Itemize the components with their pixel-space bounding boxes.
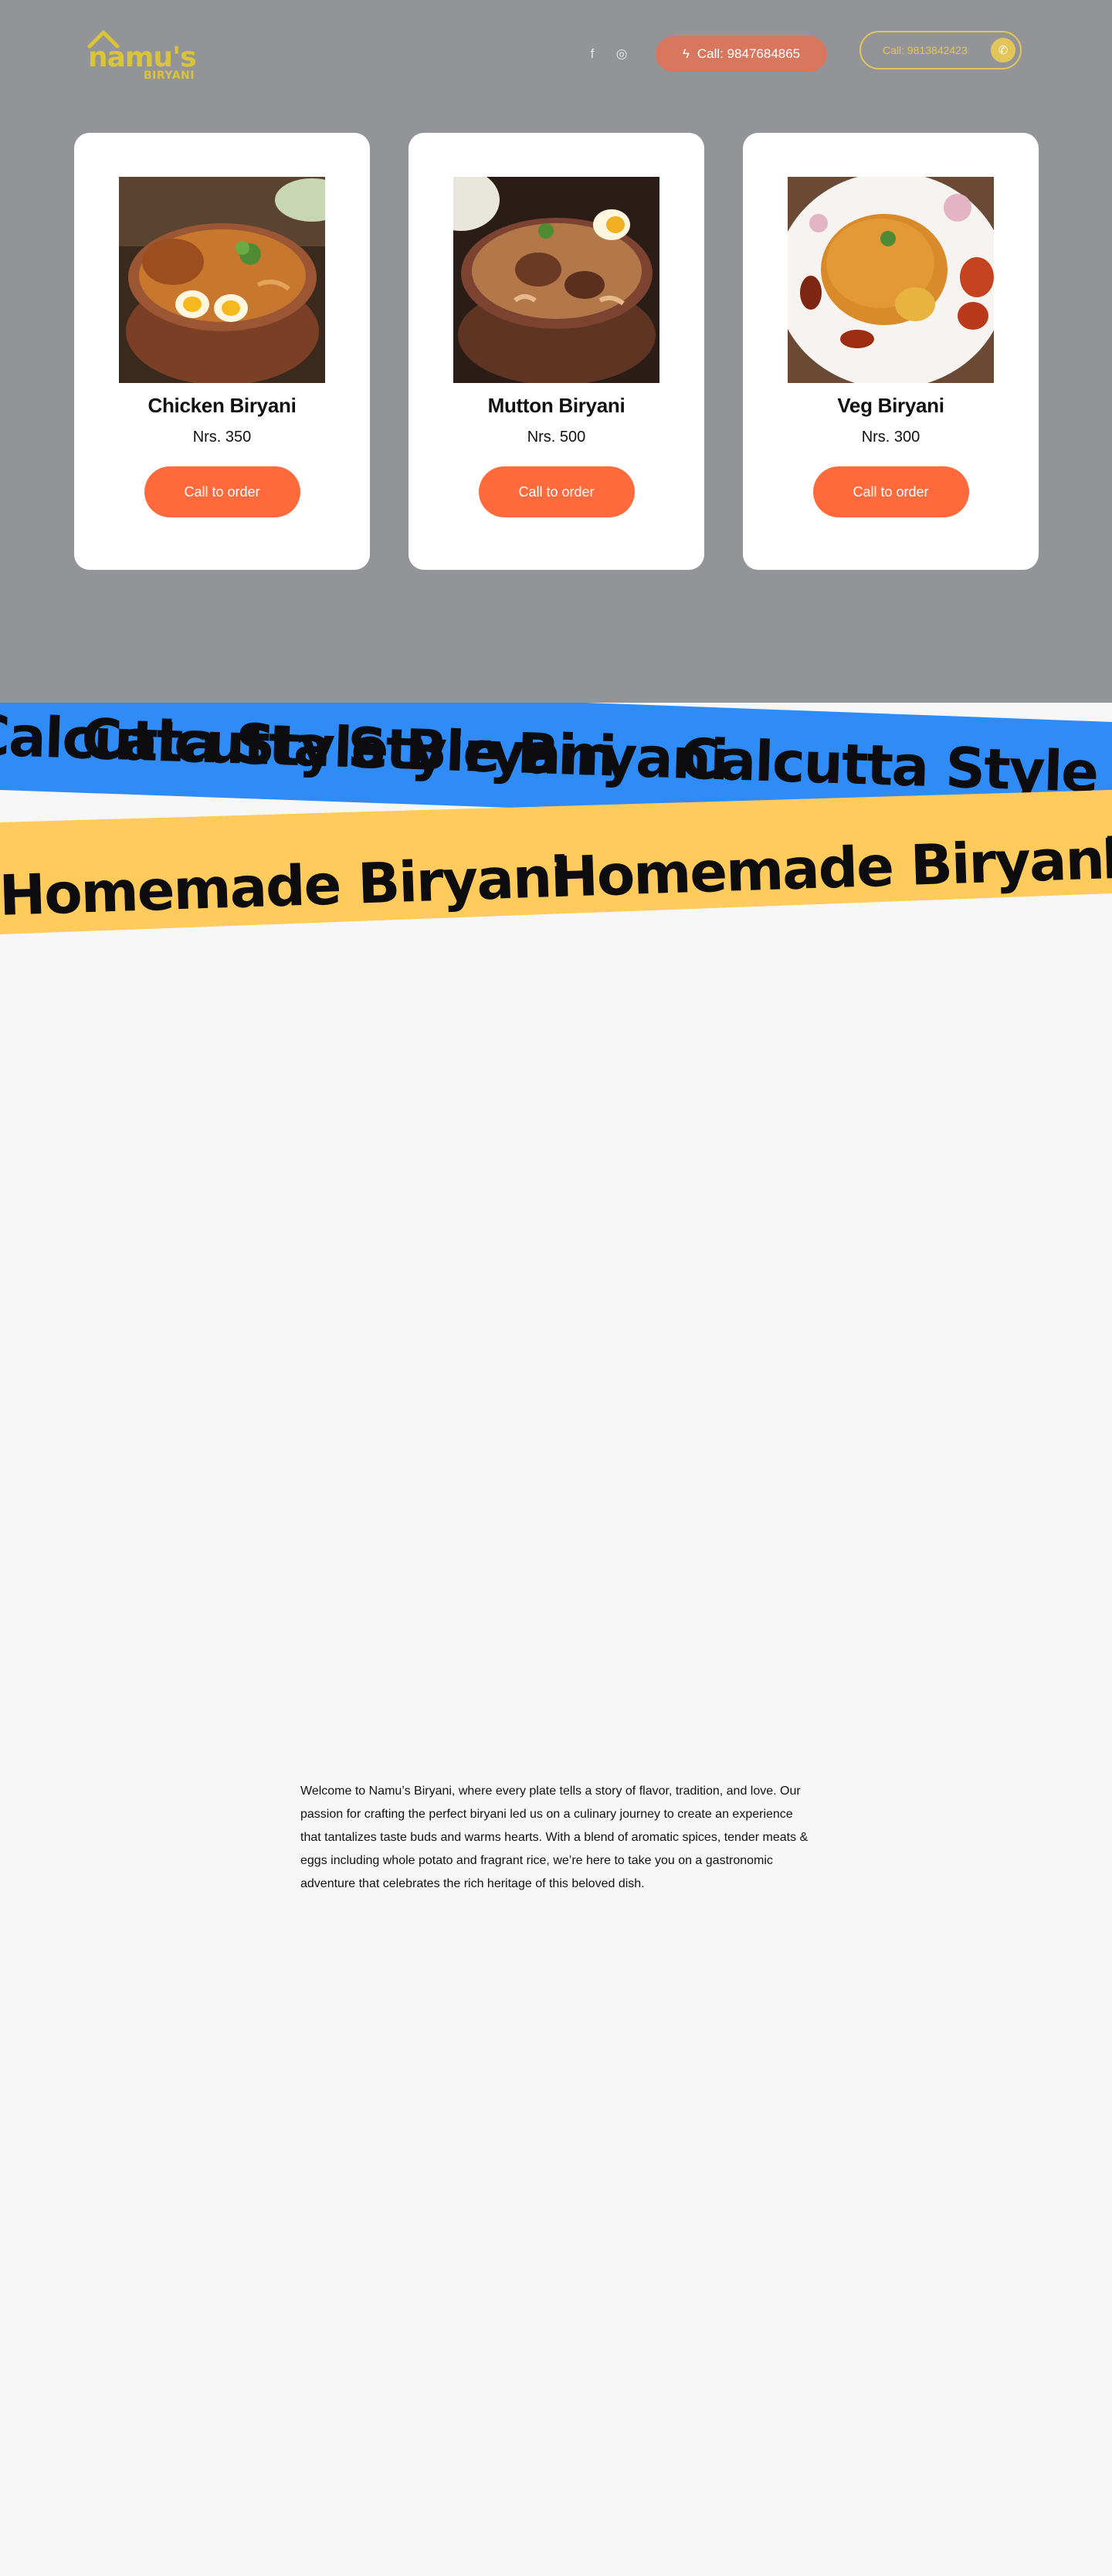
call-primary-button[interactable]: ϟ Call: 9847684865	[656, 36, 827, 72]
call-primary-label: Call: 9847684865	[697, 46, 801, 61]
dish-price: Nrs. 300	[861, 429, 920, 446]
dish-price: Nrs. 350	[192, 429, 252, 446]
facebook-icon[interactable]: f	[585, 45, 599, 63]
menu-card-mutton-biryani: Mutton Biryani Nrs. 500 Call to order	[409, 133, 704, 570]
namus-biryani-logo[interactable]: namu's BIRYANI	[86, 28, 202, 82]
lightning-icon: ϟ	[682, 46, 690, 61]
social-links: f ◎	[585, 45, 629, 63]
svg-text:namu's: namu's	[88, 42, 196, 73]
hero-section: namu's BIRYANI f ◎ ϟ Call: 9847684865 Ca…	[0, 0, 1112, 703]
call-secondary-button[interactable]: Call: 9813842423 ✆	[859, 31, 1022, 69]
dish-name: Mutton Biryani	[487, 394, 626, 417]
veg-biryani-photo	[788, 177, 994, 383]
dish-name: Chicken Biryani	[147, 394, 297, 417]
dish-price: Nrs. 500	[527, 429, 586, 446]
menu-cards: Chicken Biryani Nrs. 350 Call to order M…	[74, 133, 1039, 570]
mutton-biryani-photo	[453, 177, 659, 383]
phone-icon: ✆	[991, 38, 1015, 63]
call-secondary-label: Call: 9813842423	[883, 44, 968, 56]
menu-card-veg-biryani: Veg Biryani Nrs. 300 Call to order	[743, 133, 1039, 570]
svg-text:BIRYANI: BIRYANI	[144, 69, 195, 82]
marquee-bands: Calcutta Style Biryani Calcutta Style Bi…	[0, 699, 1112, 954]
dish-name: Veg Biryani	[837, 394, 944, 417]
about-paragraph: Welcome to Namu’s Biryani, where every p…	[300, 1785, 809, 1890]
menu-card-chicken-biryani: Chicken Biryani Nrs. 350 Call to order	[74, 133, 370, 570]
call-to-order-button[interactable]: Call to order	[812, 466, 969, 517]
chicken-biryani-photo	[119, 177, 325, 383]
call-to-order-button[interactable]: Call to order	[144, 466, 300, 517]
call-to-order-button[interactable]: Call to order	[478, 466, 635, 517]
instagram-icon[interactable]: ◎	[615, 45, 629, 63]
